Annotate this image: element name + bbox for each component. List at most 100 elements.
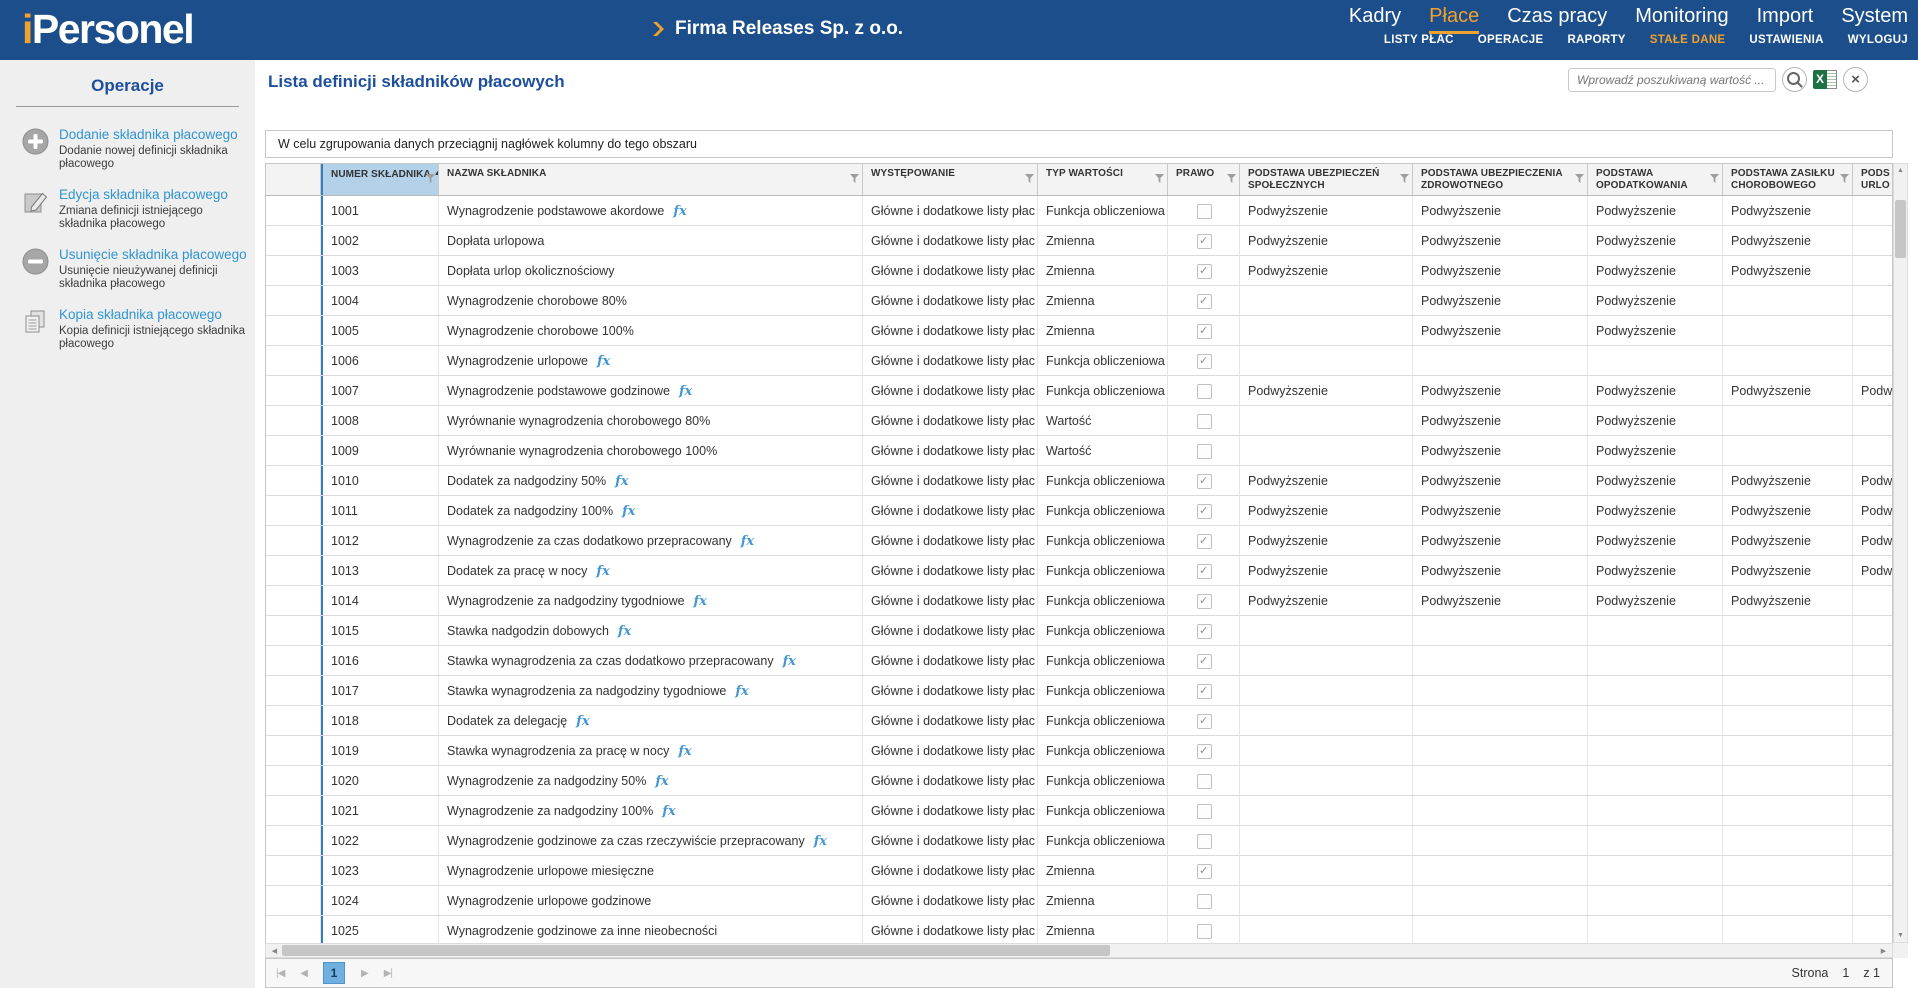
filter-icon[interactable]: [1025, 174, 1034, 184]
scroll-left-icon[interactable]: ◀: [268, 947, 281, 955]
sidebar-item-title[interactable]: Usunięcie składnika płacowego: [59, 247, 247, 262]
table-row[interactable]: 1025Wynagrodzenie godzinowe za inne nieo…: [266, 916, 1892, 945]
horizontal-scrollbar[interactable]: ◀ ▶: [265, 943, 1893, 958]
column-header-nazwa-skladnika[interactable]: NAZWA SKŁADNIKA: [439, 164, 863, 195]
table-row[interactable]: 1014Wynagrodzenie za nadgodziny tygodnio…: [266, 586, 1892, 616]
checkbox-checked[interactable]: [1197, 234, 1212, 249]
excel-export-button[interactable]: X: [1813, 70, 1837, 89]
table-row[interactable]: 1008Wyrównanie wynagrodzenia chorobowego…: [266, 406, 1892, 436]
table-row[interactable]: 1017Stawka wynagrodzenia za nadgodziny t…: [266, 676, 1892, 706]
column-header-podstawa-ubezpieczenia-zdrowotnego[interactable]: PODSTAWA UBEZPIECZENIA ZDROWOTNEGO: [1413, 164, 1588, 195]
sidebar-item-title[interactable]: Edycja składnika płacowego: [59, 187, 247, 202]
nav-item-place[interactable]: Płace: [1429, 5, 1479, 34]
row-selector-cell[interactable]: [266, 226, 321, 255]
nav-item-system[interactable]: System: [1841, 5, 1908, 34]
filter-icon[interactable]: [1710, 174, 1719, 184]
subnav-item-raporty[interactable]: RAPORTY: [1567, 34, 1625, 46]
subnav-item-ustawienia[interactable]: USTAWIENIA: [1749, 34, 1823, 46]
table-row[interactable]: 1016Stawka wynagrodzenia za czas dodatko…: [266, 646, 1892, 676]
checkbox-checked[interactable]: [1197, 354, 1212, 369]
checkbox-unchecked[interactable]: [1197, 804, 1212, 819]
row-selector-cell[interactable]: [266, 406, 321, 435]
checkbox-checked[interactable]: [1197, 654, 1212, 669]
checkbox-unchecked[interactable]: [1197, 204, 1212, 219]
checkbox-checked[interactable]: [1197, 294, 1212, 309]
vertical-scrollbar-thumb[interactable]: [1895, 200, 1906, 258]
row-selector-cell[interactable]: [266, 886, 321, 915]
column-header-podstawa-zasilku-chorobowego[interactable]: PODSTAWA ZASIŁKU CHOROBOWEGO: [1723, 164, 1853, 195]
row-selector-cell[interactable]: [266, 736, 321, 765]
table-row[interactable]: 1011Dodatek za nadgodziny 100%fxGłówne i…: [266, 496, 1892, 526]
checkbox-checked[interactable]: [1197, 714, 1212, 729]
row-selector-cell[interactable]: [266, 496, 321, 525]
row-selector-cell[interactable]: [266, 676, 321, 705]
row-selector-cell[interactable]: [266, 616, 321, 645]
nav-item-kadry[interactable]: Kadry: [1349, 5, 1401, 34]
table-row[interactable]: 1006Wynagrodzenie urlopowefxGłówne i dod…: [266, 346, 1892, 376]
table-row[interactable]: 1002Dopłata urlopowaGłówne i dodatkowe l…: [266, 226, 1892, 256]
table-row[interactable]: 1007Wynagrodzenie podstawowe godzinowefx…: [266, 376, 1892, 406]
pagination-next-button[interactable]: ▶: [361, 968, 368, 979]
sidebar-item-title[interactable]: Dodanie składnika płacowego: [59, 127, 247, 142]
column-header-typ-wartosci[interactable]: TYP WARTOŚCI: [1038, 164, 1168, 195]
column-header-prawo[interactable]: PRAWO: [1168, 164, 1240, 195]
row-selector-cell[interactable]: [266, 826, 321, 855]
search-input[interactable]: [1568, 68, 1776, 92]
filter-icon[interactable]: [1575, 174, 1584, 184]
row-selector-cell[interactable]: [266, 526, 321, 555]
row-selector-cell[interactable]: [266, 196, 321, 225]
nav-item-monitoring[interactable]: Monitoring: [1635, 5, 1728, 34]
row-selector-cell[interactable]: [266, 706, 321, 735]
table-row[interactable]: 1009Wyrównanie wynagrodzenia chorobowego…: [266, 436, 1892, 466]
table-row[interactable]: 1013Dodatek za pracę w nocyfxGłówne i do…: [266, 556, 1892, 586]
filter-icon[interactable]: [850, 174, 859, 184]
row-selector-cell[interactable]: [266, 376, 321, 405]
scroll-up-icon[interactable]: ▲: [1894, 167, 1907, 174]
horizontal-scrollbar-thumb[interactable]: [282, 945, 1110, 956]
group-by-hint[interactable]: W celu zgrupowania danych przeciągnij na…: [265, 130, 1893, 158]
row-selector-cell[interactable]: [266, 346, 321, 375]
column-header-wystepowanie[interactable]: WYSTĘPOWANIE: [863, 164, 1038, 195]
nav-item-import[interactable]: Import: [1757, 5, 1814, 34]
table-row[interactable]: 1018Dodatek za delegacjęfxGłówne i dodat…: [266, 706, 1892, 736]
table-row[interactable]: 1022Wynagrodzenie godzinowe za czas rzec…: [266, 826, 1892, 856]
row-selector-cell[interactable]: [266, 796, 321, 825]
filter-icon[interactable]: [1400, 174, 1409, 184]
checkbox-unchecked[interactable]: [1197, 384, 1212, 399]
checkbox-unchecked[interactable]: [1197, 414, 1212, 429]
sidebar-item-kopia[interactable]: Kopia składnika płacowegoKopia definicji…: [0, 299, 255, 359]
table-row[interactable]: 1020Wynagrodzenie za nadgodziny 50%fxGłó…: [266, 766, 1892, 796]
checkbox-checked[interactable]: [1197, 534, 1212, 549]
checkbox-unchecked[interactable]: [1197, 894, 1212, 909]
filter-icon[interactable]: [1227, 174, 1236, 184]
sidebar-item-edycja[interactable]: Edycja składnika płacowegoZmiana definic…: [0, 179, 255, 239]
subnav-item-wyloguj[interactable]: WYLOGUJ: [1848, 34, 1908, 46]
table-row[interactable]: 1005Wynagrodzenie chorobowe 100%Główne i…: [266, 316, 1892, 346]
row-selector-cell[interactable]: [266, 766, 321, 795]
column-header-podstawa-opodatkowania[interactable]: PODSTAWA OPODATKOWANIA: [1588, 164, 1723, 195]
checkbox-checked[interactable]: [1197, 504, 1212, 519]
row-selector-cell[interactable]: [266, 646, 321, 675]
nav-item-czas-pracy[interactable]: Czas pracy: [1507, 5, 1607, 34]
row-selector-cell[interactable]: [266, 436, 321, 465]
checkbox-unchecked[interactable]: [1197, 444, 1212, 459]
scroll-right-icon[interactable]: ▶: [1877, 947, 1890, 955]
checkbox-checked[interactable]: [1197, 744, 1212, 759]
search-button[interactable]: [1782, 67, 1807, 92]
sidebar-item-title[interactable]: Kopia składnika płacowego: [59, 307, 247, 322]
table-row[interactable]: 1010Dodatek za nadgodziny 50%fxGłówne i …: [266, 466, 1892, 496]
column-header-numer-skladnika[interactable]: NUMER SKŁADNIKA▲: [321, 164, 439, 195]
table-row[interactable]: 1021Wynagrodzenie za nadgodziny 100%fxGł…: [266, 796, 1892, 826]
checkbox-checked[interactable]: [1197, 864, 1212, 879]
checkbox-unchecked[interactable]: [1197, 774, 1212, 789]
row-selector-cell[interactable]: [266, 856, 321, 885]
row-selector-cell[interactable]: [266, 916, 321, 945]
row-selector-cell[interactable]: [266, 586, 321, 615]
checkbox-checked[interactable]: [1197, 624, 1212, 639]
row-selector-cell[interactable]: [266, 316, 321, 345]
filter-icon[interactable]: [1840, 174, 1849, 184]
row-selector-cell[interactable]: [266, 286, 321, 315]
checkbox-checked[interactable]: [1197, 594, 1212, 609]
checkbox-unchecked[interactable]: [1197, 834, 1212, 849]
sidebar-item-dodanie[interactable]: Dodanie składnika płacowegoDodanie nowej…: [0, 119, 255, 179]
